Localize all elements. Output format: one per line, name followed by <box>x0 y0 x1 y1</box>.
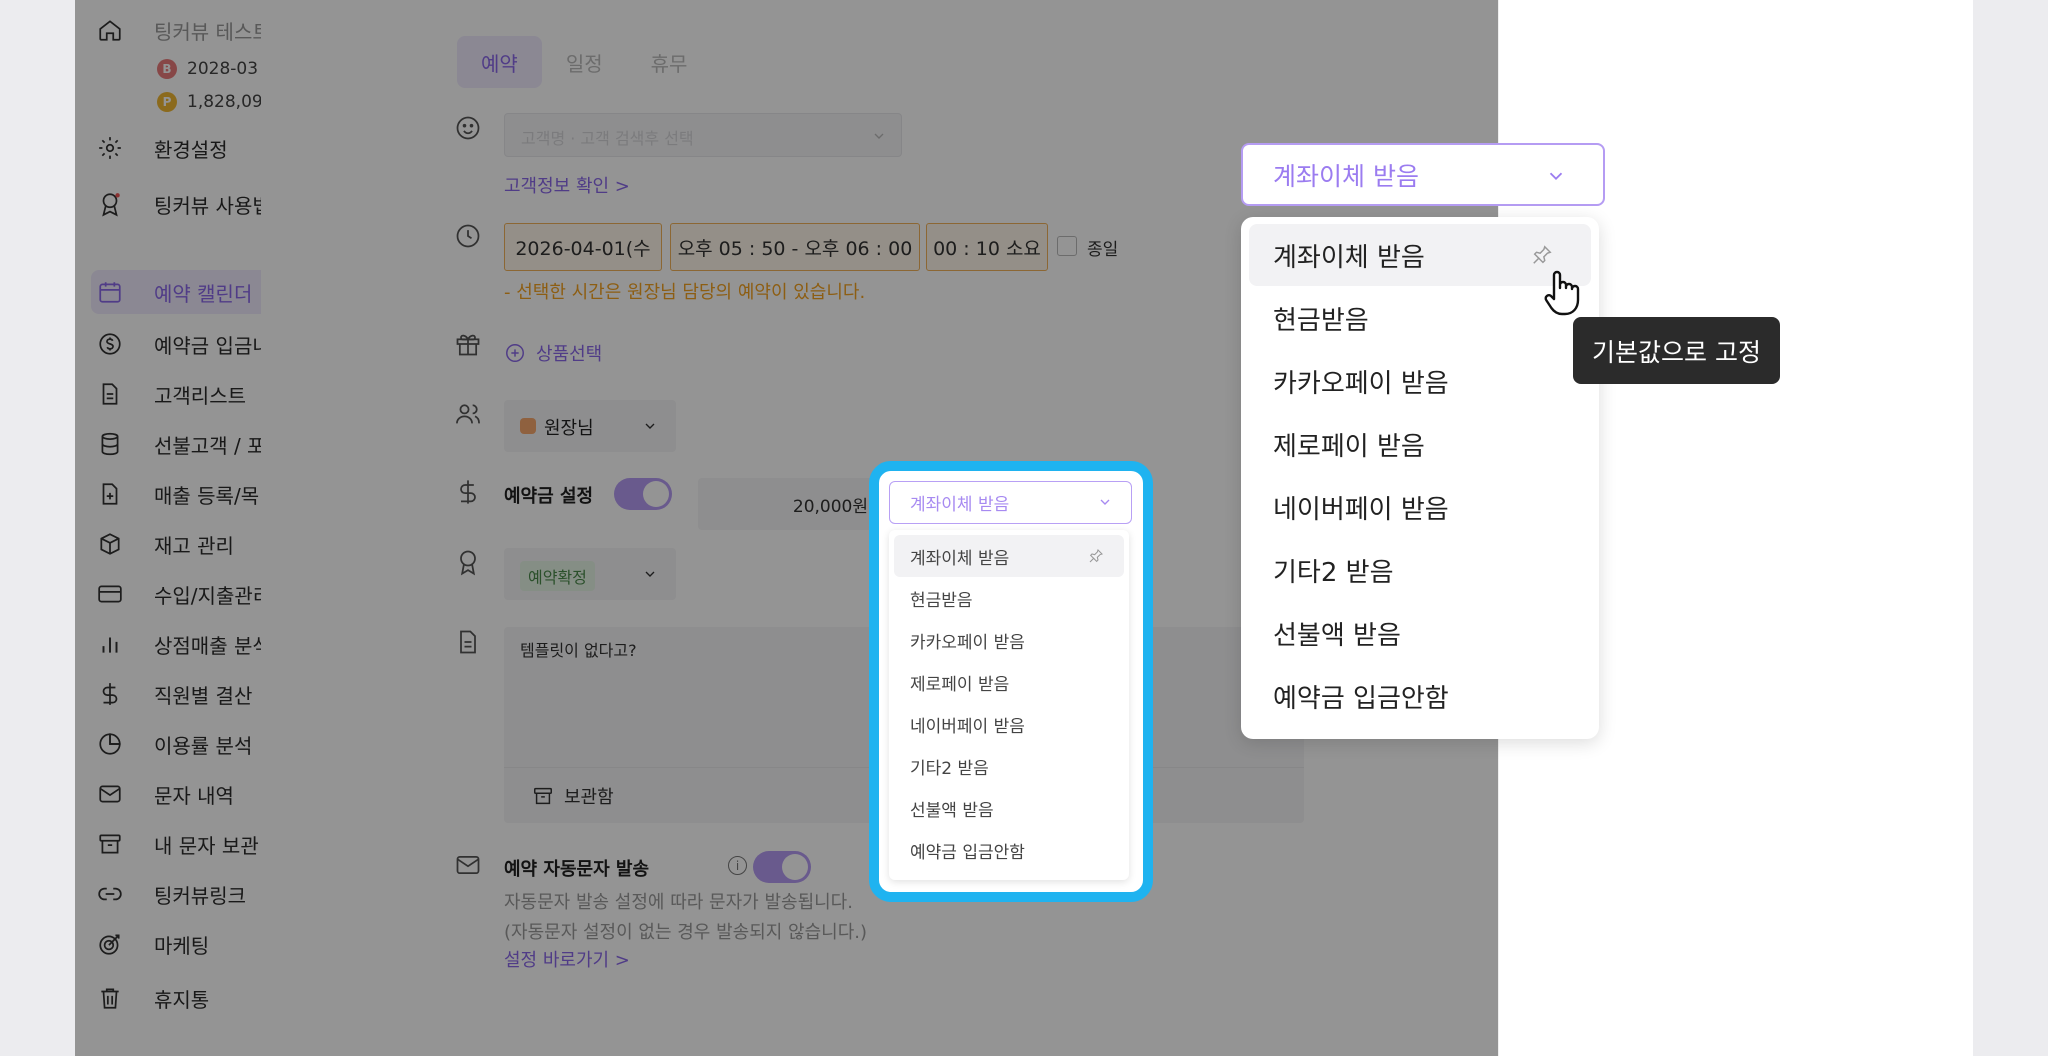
pin-icon[interactable] <box>1088 548 1104 564</box>
payment-option[interactable]: 기타2 받음 <box>1249 539 1591 601</box>
payment-option[interactable]: 네이버페이 받음 <box>894 703 1124 745</box>
payment-option[interactable]: 선불액 받음 <box>894 787 1124 829</box>
payment-option[interactable]: 제로페이 받음 <box>1249 413 1591 475</box>
chevron-down-icon <box>1549 172 1563 181</box>
payment-option-label: 제로페이 받음 <box>1273 431 1425 462</box>
payment-option[interactable]: 카카오페이 받음 <box>1249 350 1591 412</box>
payment-option[interactable]: 계좌이체 받음 <box>894 535 1124 577</box>
chevron-down-icon <box>1100 499 1110 505</box>
payment-option[interactable]: 네이버페이 받음 <box>1249 476 1591 538</box>
payment-option[interactable]: 현금받음 <box>894 577 1124 619</box>
payment-option-label: 예약금 입금안함 <box>1273 683 1449 714</box>
payment-option-label: 카카오페이 받음 <box>910 632 1025 653</box>
payment-option-label: 카카오페이 받음 <box>1273 368 1449 399</box>
payment-method-select-large[interactable]: 계좌이체 받음 <box>1241 143 1605 206</box>
payment-option-label: 현금받음 <box>910 590 973 611</box>
payment-option-label: 기타2 받음 <box>1273 557 1394 588</box>
payment-option-label: 계좌이체 받음 <box>910 548 1010 569</box>
payment-option[interactable]: 선불액 받음 <box>1249 602 1591 664</box>
payment-option-label: 네이버페이 받음 <box>1273 494 1449 525</box>
payment-method-select-small[interactable]: 계좌이체 받음 <box>889 481 1132 524</box>
payment-option[interactable]: 제로페이 받음 <box>894 661 1124 703</box>
payment-option-label: 예약금 입금안함 <box>910 842 1025 863</box>
payment-option-label: 선불액 받음 <box>910 800 994 821</box>
payment-option[interactable]: 예약금 입금안함 <box>1249 665 1591 727</box>
payment-option[interactable]: 카카오페이 받음 <box>894 619 1124 661</box>
payment-option-label: 네이버페이 받음 <box>910 716 1025 737</box>
payment-option-label: 선불액 받음 <box>1273 620 1401 651</box>
payment-option[interactable]: 기타2 받음 <box>894 745 1124 787</box>
payment-method-list-small: 계좌이체 받음 현금받음 카카오페이 받음 제로페이 받음 네이버페이 받음 기… <box>889 530 1129 880</box>
payment-option-label: 현금받음 <box>1273 305 1369 336</box>
hand-cursor-icon <box>1544 270 1580 316</box>
pin-tooltip: 기본값으로 고정 <box>1573 317 1780 384</box>
payment-option[interactable]: 예약금 입금안함 <box>894 829 1124 871</box>
pin-icon[interactable] <box>1531 244 1553 266</box>
payment-option-label: 제로페이 받음 <box>910 674 1010 695</box>
payment-option-label: 계좌이체 받음 <box>1273 242 1425 273</box>
payment-option[interactable]: 계좌이체 받음 <box>1249 224 1591 286</box>
payment-option-label: 기타2 받음 <box>910 758 989 779</box>
payment-method-select-value: 계좌이체 받음 <box>910 495 1010 515</box>
payment-option[interactable]: 현금받음 <box>1249 287 1591 349</box>
payment-method-select-value: 계좌이체 받음 <box>1273 161 1419 191</box>
